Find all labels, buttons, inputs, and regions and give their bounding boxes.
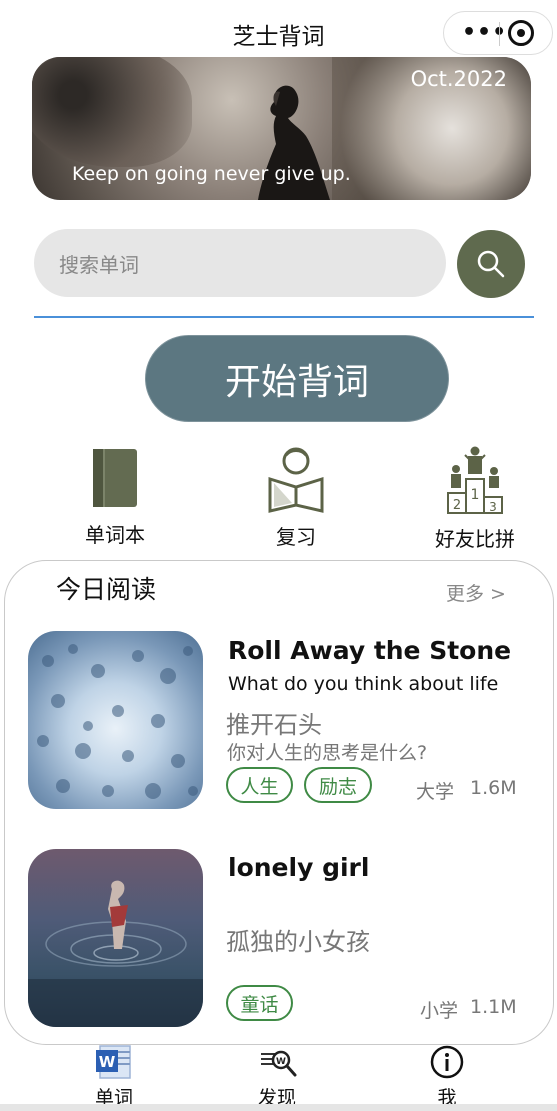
feature-friend-compete[interactable]: 1 2 3 好友比拼 [405, 445, 545, 552]
banner-caption: Keep on going never give up. [72, 163, 351, 185]
capsule-divider [499, 22, 500, 46]
search-button[interactable] [457, 230, 525, 298]
podium-icon: 1 2 3 [447, 446, 503, 514]
banner-date: Oct.2022 [410, 67, 507, 91]
lonely-girl-art [28, 880, 203, 1027]
tab-discover[interactable]: W 发现 [227, 1045, 327, 1110]
book-icon [93, 449, 137, 507]
svg-text:W: W [99, 1053, 116, 1071]
more-link[interactable]: 更多 > [446, 579, 506, 606]
banner-rock-art [32, 57, 192, 167]
tab-words[interactable]: W 单词 [64, 1045, 164, 1110]
article-title-en[interactable]: Roll Away the Stone [228, 636, 511, 665]
svg-text:2: 2 [453, 498, 461, 513]
discover-icon: W [261, 1050, 297, 1077]
feature-label: 单词本 [85, 523, 145, 547]
article-thumbnail-lonely-girl[interactable] [28, 849, 203, 1027]
article-thumbnail-snow-forest[interactable] [28, 631, 203, 809]
person-reading-icon [268, 447, 324, 513]
article-level: 大学 [416, 781, 455, 803]
svg-text:1: 1 [471, 487, 480, 503]
article-title-en[interactable]: lonely girl [228, 853, 369, 882]
banner[interactable]: Oct.2022 Keep on going never give up. [32, 57, 531, 200]
snow-forest-art [37, 644, 198, 799]
article-level: 小学 [420, 1000, 459, 1022]
info-icon [430, 1045, 464, 1079]
tag[interactable]: 人生 [226, 767, 293, 803]
close-target-icon[interactable] [508, 20, 534, 46]
tag[interactable]: 童话 [226, 985, 293, 1021]
svg-text:W: W [276, 1057, 286, 1067]
feature-wordbook[interactable]: 单词本 [45, 445, 185, 548]
mini-program-capsule[interactable]: ••• [443, 11, 553, 55]
search-input[interactable]: 搜索单词 [34, 229, 446, 297]
word-doc-icon: W [96, 1045, 131, 1079]
article-size: 1.1M [470, 996, 517, 1018]
feature-label: 好友比拼 [435, 527, 515, 551]
search-divider [34, 316, 534, 318]
article-title-cn: 孤独的小女孩 [226, 928, 370, 956]
article-subtitle-en: What do you think about life [228, 673, 499, 695]
article-subtitle-cn: 你对人生的思考是什么? [227, 742, 428, 764]
tab-me[interactable]: 我 [397, 1045, 497, 1110]
article-title-cn: 推开石头 [226, 711, 322, 739]
search-icon [477, 250, 505, 278]
more-icon[interactable]: ••• [462, 20, 507, 45]
svg-text:3: 3 [489, 500, 497, 514]
today-reading-title: 今日阅读 [56, 575, 157, 604]
feature-review[interactable]: 复习 [226, 445, 366, 550]
feature-label: 复习 [276, 525, 316, 549]
home-indicator-bar [0, 1104, 557, 1111]
article-size: 1.6M [470, 777, 517, 799]
start-reciting-button[interactable]: 开始背词 [145, 335, 449, 422]
tag[interactable]: 励志 [304, 767, 372, 803]
